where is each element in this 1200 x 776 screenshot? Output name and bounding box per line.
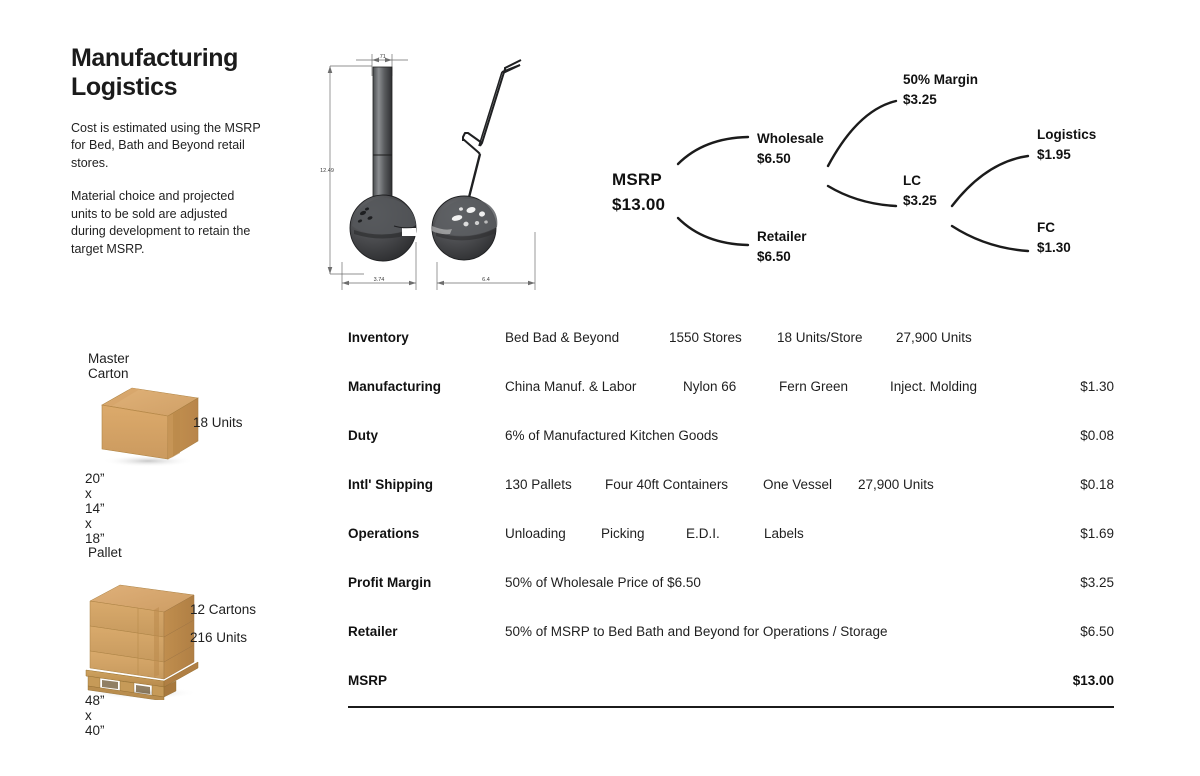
row-label: Manufacturing	[348, 379, 441, 394]
dimension-lines	[327, 54, 536, 290]
tree-node-fc: FC $1.30	[1037, 218, 1071, 257]
row-price: $0.08	[1080, 428, 1114, 443]
row-price: $1.69	[1080, 526, 1114, 541]
table-row: Duty 6% of Manufactured Kitchen Goods $0…	[348, 428, 1114, 477]
pallet-units: 216 Units	[190, 630, 248, 645]
row-cell: One Vessel	[763, 477, 833, 492]
tree-node-retailer-label: Retailer	[757, 229, 807, 244]
tree-node-fc-value: $1.30	[1037, 239, 1071, 255]
row-price: $6.50	[1080, 624, 1114, 639]
row-label: Inventory	[348, 330, 409, 345]
table-row: Inventory Bed Bad & Beyond 1550 Stores 1…	[348, 330, 1114, 379]
cost-breakdown-table: Inventory Bed Bad & Beyond 1550 Stores 1…	[348, 330, 1114, 714]
row-cell: Unloading	[505, 526, 566, 541]
row-cell: Picking	[601, 526, 645, 541]
table-row: Retailer 50% of MSRP to Bed Bath and Bey…	[348, 624, 1114, 673]
tree-node-wholesale: Wholesale $6.50	[757, 129, 824, 168]
intro-block: Manufacturing Logistics Cost is estimate…	[71, 44, 286, 271]
tree-connector-lines	[676, 99, 1030, 253]
row-cell: 130 Pallets	[505, 477, 572, 492]
page-title-line1: Manufacturing	[71, 44, 239, 72]
tree-node-retailer: Retailer $6.50	[757, 227, 807, 266]
row-cell: Inject. Molding	[890, 379, 978, 394]
row-cell: 50% of Wholesale Price of $6.50	[505, 575, 701, 590]
tree-node-logistics: Logistics $1.95	[1037, 125, 1096, 164]
row-cell: Nylon 66	[683, 379, 737, 394]
row-price: $13.00	[1072, 673, 1114, 688]
tree-node-msrp: MSRP $13.00	[612, 168, 665, 217]
table-bottom-rule	[348, 706, 1114, 708]
pallet-dimensions: 48” x 40”	[85, 693, 105, 738]
row-cell: E.D.I.	[686, 526, 720, 541]
tree-node-logistics-value: $1.95	[1037, 146, 1071, 162]
dim-front-width-label: 3.74	[374, 277, 385, 283]
row-cell: Labels	[764, 526, 804, 541]
pallet-cartons: 12 Cartons	[190, 602, 257, 617]
pallet-title: Pallet	[88, 545, 122, 560]
row-cell: Fern Green	[779, 379, 849, 394]
carton-illustration	[96, 383, 206, 473]
pallet-illustration	[76, 575, 206, 705]
tree-node-margin-label: 50% Margin	[903, 72, 979, 87]
tree-node-lc-label: LC	[903, 173, 921, 188]
tree-node-lc: LC $3.25	[903, 171, 937, 210]
tree-node-wholesale-label: Wholesale	[757, 131, 824, 146]
table-row: Manufacturing China Manuf. & Labor Nylon…	[348, 379, 1114, 428]
row-cell: 18 Units/Store	[777, 330, 863, 345]
ladle-front-view	[349, 66, 417, 262]
tree-node-wholesale-value: $6.50	[757, 150, 791, 166]
tree-node-lc-value: $3.25	[903, 192, 937, 208]
row-cell: 50% of MSRP to Bed Bath and Beyond for O…	[505, 624, 888, 639]
page-title: Manufacturing Logistics	[71, 44, 286, 102]
row-price: $1.30	[1080, 379, 1114, 394]
page-title-line2: Logistics	[71, 72, 178, 101]
row-label: Retailer	[348, 624, 398, 639]
master-carton-units: 18 Units	[193, 415, 243, 430]
table-row: Intl' Shipping 130 Pallets Four 40ft Con…	[348, 477, 1114, 526]
intro-paragraph-2: Material choice and projected units to b…	[71, 188, 251, 256]
intro-paragraph-1: Cost is estimated using the MSRP for Bed…	[71, 120, 261, 171]
price-breakdown-tree: MSRP $13.00 Wholesale $6.50 Retailer $6.…	[600, 58, 1180, 283]
tree-node-msrp-value: $13.00	[612, 194, 666, 214]
ladle-side-view	[431, 59, 522, 261]
row-price: $3.25	[1080, 575, 1114, 590]
tree-node-margin-value: $3.25	[903, 91, 937, 107]
row-label: Duty	[348, 428, 378, 443]
tree-node-retailer-value: $6.50	[757, 248, 791, 264]
row-label: MSRP	[348, 673, 388, 688]
master-carton-dimensions: 20” x 14” x 18”	[85, 471, 105, 546]
row-price: $0.18	[1080, 477, 1114, 492]
ladle-technical-drawing: .71 12.49 3.74 6.4	[316, 42, 566, 297]
row-cell: 1550 Stores	[669, 330, 742, 345]
row-label: Intl' Shipping	[348, 477, 433, 492]
row-cell: Bed Bad & Beyond	[505, 330, 620, 345]
tree-node-msrp-label: MSRP	[612, 170, 662, 189]
row-cell: 6% of Manufactured Kitchen Goods	[505, 428, 719, 443]
dim-handle-width-label: .71	[378, 54, 386, 60]
tree-node-fc-label: FC	[1037, 220, 1055, 235]
table-row: Operations Unloading Picking E.D.I. Labe…	[348, 526, 1114, 575]
row-cell: Four 40ft Containers	[605, 477, 729, 492]
master-carton-title: Master Carton	[88, 351, 130, 381]
dim-height-label: 12.49	[320, 168, 334, 174]
tree-node-logistics-label: Logistics	[1037, 127, 1097, 142]
row-cell: 27,900 Units	[896, 330, 972, 345]
row-label: Operations	[348, 526, 420, 541]
row-cell: 27,900 Units	[858, 477, 934, 492]
tree-node-margin: 50% Margin $3.25	[903, 70, 978, 109]
table-row: Profit Margin 50% of Wholesale Price of …	[348, 575, 1114, 624]
row-label: Profit Margin	[348, 575, 432, 590]
row-cell: China Manuf. & Labor	[505, 379, 637, 394]
dim-side-width-label: 6.4	[482, 277, 490, 283]
